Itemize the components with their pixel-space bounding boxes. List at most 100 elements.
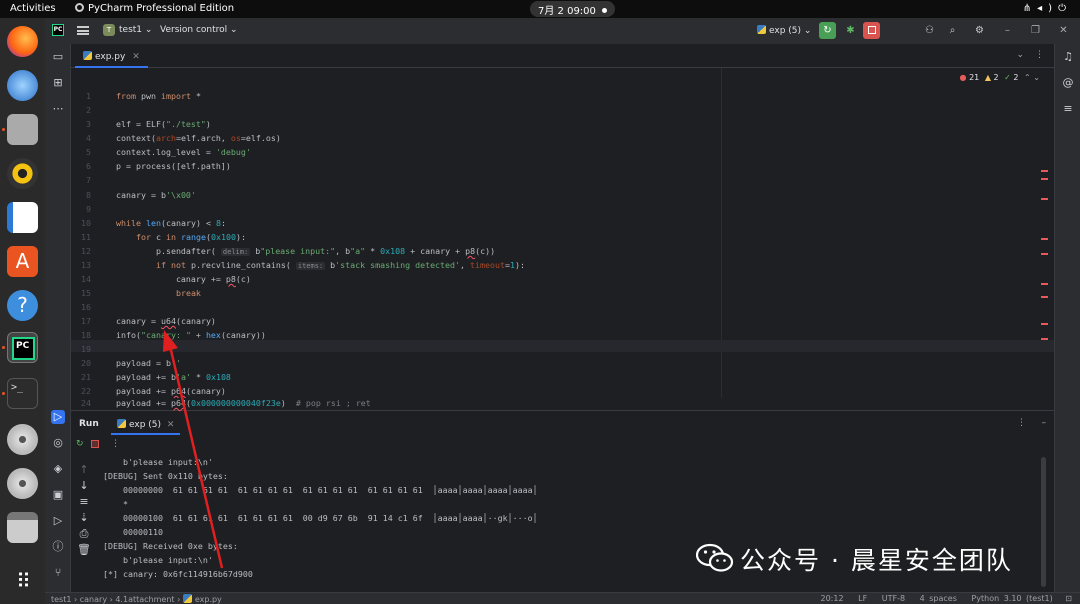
error-stripe[interactable] bbox=[1041, 283, 1048, 285]
activities-button[interactable]: Activities bbox=[10, 3, 56, 14]
close-window-icon[interactable]: ✕ bbox=[1055, 22, 1072, 39]
error-stripe[interactable] bbox=[1041, 338, 1048, 340]
minimize-icon[interactable]: – bbox=[999, 22, 1016, 39]
close-tab-icon[interactable]: ✕ bbox=[167, 420, 175, 430]
chevron-up-icon[interactable]: ⌃ bbox=[1024, 73, 1031, 82]
more-icon[interactable]: ⋯ bbox=[51, 102, 65, 116]
error-stripe[interactable] bbox=[1041, 323, 1048, 325]
services-icon[interactable]: ▷ bbox=[51, 514, 65, 528]
more-actions-icon[interactable]: ⋮ bbox=[1035, 50, 1044, 60]
scroll-to-end-icon[interactable]: ⇣ bbox=[77, 511, 91, 525]
more-options-icon[interactable]: ⋮ bbox=[111, 439, 120, 449]
console-line: 00000000 61 61 61 61 61 61 61 61 61 61 6… bbox=[103, 485, 538, 495]
structure-icon[interactable]: ⊞ bbox=[51, 76, 65, 90]
interpreter-selector[interactable]: Python 3.10 (test1) bbox=[971, 594, 1052, 603]
arrow-up-icon[interactable]: ↑ bbox=[77, 463, 91, 477]
error-stripe[interactable] bbox=[1041, 238, 1048, 240]
disc-icon[interactable] bbox=[7, 468, 38, 499]
notifications-bell-icon[interactable]: ♫ bbox=[1061, 50, 1075, 64]
tab-exp-py[interactable]: exp.py ✕ bbox=[75, 44, 148, 68]
thunderbird-icon[interactable] bbox=[7, 70, 38, 101]
database-icon[interactable]: ≡ bbox=[1061, 102, 1075, 116]
pycharm-icon[interactable]: PC bbox=[7, 332, 38, 363]
help-icon[interactable]: ? bbox=[7, 290, 38, 321]
clock[interactable]: 7月 2 09:00 bbox=[530, 1, 615, 17]
inspection-widget[interactable]: ● 21 ▲ 2 ✓ 2 ⌃ ⌄ bbox=[960, 73, 1040, 82]
maximize-icon[interactable]: ❐ bbox=[1027, 22, 1044, 39]
writer-icon[interactable] bbox=[7, 202, 38, 233]
app-name: PyCharm Professional Edition bbox=[88, 3, 235, 14]
tab-menu-icon[interactable]: ⌄ bbox=[1016, 50, 1024, 60]
print-icon[interactable]: ⎙ bbox=[77, 527, 91, 541]
error-stripe[interactable] bbox=[1041, 178, 1048, 180]
drive-icon[interactable] bbox=[7, 512, 38, 543]
line-separator[interactable]: LF bbox=[858, 594, 867, 603]
error-stripe[interactable] bbox=[1041, 253, 1048, 255]
error-stripe[interactable] bbox=[1041, 296, 1048, 298]
chevron-down-icon: ⌄ bbox=[230, 25, 238, 35]
breadcrumb-item[interactable]: 4.1attachment bbox=[115, 595, 174, 604]
app-menu[interactable]: PyCharm Professional Edition bbox=[75, 3, 234, 14]
breadcrumb-item[interactable]: exp.py bbox=[195, 595, 222, 604]
soft-wrap-icon[interactable]: ≡ bbox=[77, 495, 91, 509]
terminal-icon[interactable]: >_ bbox=[7, 378, 38, 409]
error-stripe[interactable] bbox=[1041, 198, 1048, 200]
system-tray[interactable]: ⋔◂)⏻ bbox=[1023, 3, 1072, 14]
tab-run-exp[interactable]: exp (5) ✕ bbox=[111, 411, 181, 435]
close-tab-icon[interactable]: ✕ bbox=[132, 52, 140, 62]
python-packages-icon[interactable]: ◎ bbox=[51, 436, 65, 450]
arrow-down-icon[interactable]: ↓ bbox=[77, 479, 91, 493]
rhythmbox-icon[interactable] bbox=[7, 158, 38, 189]
firefox-icon[interactable] bbox=[7, 26, 38, 57]
git-icon[interactable]: ⑂ bbox=[51, 566, 65, 580]
version-control-menu[interactable]: Version control ⌄ bbox=[160, 25, 238, 35]
console-line: b'please input:\n' bbox=[103, 457, 213, 467]
status-widgets: 20:12 LF UTF-8 4 spaces Python 3.10 (tes… bbox=[821, 594, 1073, 603]
rerun-icon[interactable]: ↻ bbox=[76, 439, 84, 449]
trash-icon[interactable]: 🗑 bbox=[77, 543, 91, 557]
disc-icon[interactable] bbox=[7, 424, 38, 455]
console-scrollbar[interactable] bbox=[1041, 457, 1046, 587]
left-tool-strip: ▭ ⊞ ⋯ ▷ ◎ ◈ ▣ ▷ ⓘ ⑂ bbox=[45, 44, 71, 592]
terminal-tool-icon[interactable]: ▣ bbox=[51, 488, 65, 502]
more-actions-icon[interactable]: ⋮ bbox=[1017, 418, 1026, 428]
project-selector[interactable]: Ttest1 ⌄ bbox=[103, 24, 152, 36]
lock-icon[interactable]: ⊡ bbox=[1065, 594, 1072, 603]
file-encoding[interactable]: UTF-8 bbox=[882, 594, 905, 603]
layers-icon[interactable]: ◈ bbox=[51, 462, 65, 476]
settings-gear-icon[interactable]: ⚙ bbox=[971, 22, 988, 39]
indent-setting[interactable]: 4 spaces bbox=[920, 594, 957, 603]
run-tool-icon[interactable]: ▷ bbox=[51, 410, 65, 424]
search-icon[interactable]: ⌕ bbox=[944, 22, 961, 39]
error-stripe[interactable] bbox=[1041, 170, 1048, 172]
breadcrumb-item[interactable]: canary bbox=[80, 595, 107, 604]
ai-assistant-icon[interactable]: @ bbox=[1061, 76, 1075, 90]
stop-icon[interactable] bbox=[91, 440, 99, 448]
warning-icon: ▲ bbox=[984, 73, 991, 82]
network-icon: ⋔ bbox=[1022, 3, 1038, 14]
run-config-selector[interactable]: exp (5) ⌄ bbox=[757, 25, 811, 36]
chevron-down-icon[interactable]: ⌄ bbox=[1033, 73, 1040, 82]
breadcrumb-item[interactable]: test1 bbox=[51, 595, 71, 604]
folder-icon[interactable]: ▭ bbox=[51, 50, 65, 64]
error-icon: ● bbox=[959, 73, 967, 82]
run-config-label: exp (5) bbox=[769, 26, 802, 36]
chevron-down-icon: ⌄ bbox=[144, 25, 153, 35]
rerun-icon[interactable]: ↻ bbox=[819, 22, 836, 39]
stop-button[interactable] bbox=[863, 22, 880, 39]
main-menu-icon[interactable] bbox=[77, 26, 89, 35]
console-line: b'please input:\n' bbox=[103, 555, 213, 565]
add-user-icon[interactable]: ⚇ bbox=[921, 22, 938, 39]
hide-panel-icon[interactable]: – bbox=[1042, 418, 1047, 428]
project-name: test1 bbox=[119, 25, 143, 35]
code-editor[interactable]: ● 21 ▲ 2 ✓ 2 ⌃ ⌄ 1 from pwn import * 2 3e… bbox=[71, 68, 1054, 410]
pycharm-window: PC Ttest1 ⌄ Version control ⌄ exp (5) ⌄ … bbox=[45, 18, 1080, 604]
problems-icon[interactable]: ⓘ bbox=[51, 540, 65, 554]
debug-bug-icon[interactable]: ✱ bbox=[842, 22, 859, 39]
python-file-icon bbox=[83, 51, 92, 60]
caret-position[interactable]: 20:12 bbox=[821, 594, 844, 603]
app-center-icon[interactable]: A bbox=[7, 246, 38, 277]
show-apps-icon[interactable]: ⠿ bbox=[7, 566, 38, 597]
running-indicator bbox=[2, 128, 5, 131]
files-icon[interactable] bbox=[7, 114, 38, 145]
